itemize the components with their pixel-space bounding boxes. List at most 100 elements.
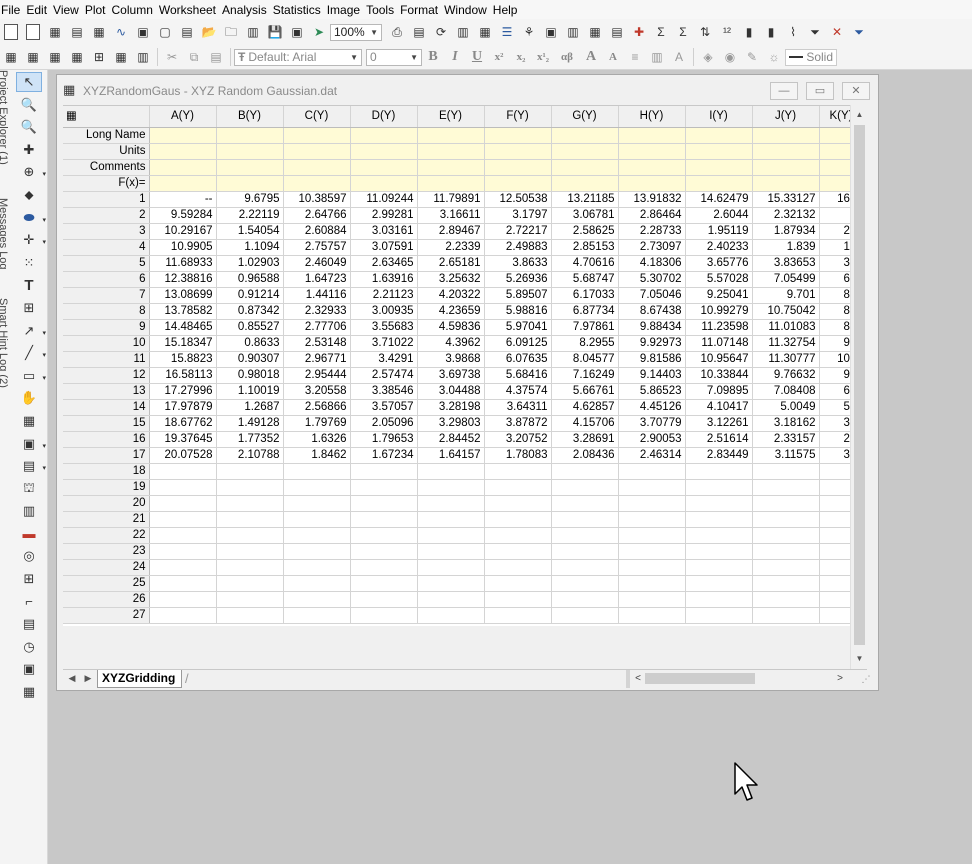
meta-row-label[interactable]: Comments: [63, 159, 150, 176]
data-cell[interactable]: 3.16611: [417, 207, 485, 224]
row-number[interactable]: 26: [63, 591, 150, 608]
data-cell[interactable]: 2.05096: [350, 415, 418, 432]
data-cell[interactable]: [752, 527, 820, 544]
region-icon[interactable]: ⁙: [16, 253, 42, 273]
data-cell[interactable]: 1.1094: [216, 239, 284, 256]
data-cell[interactable]: [283, 479, 351, 496]
data-cell[interactable]: 4.18306: [618, 255, 686, 272]
column-header[interactable]: A(Y): [149, 106, 217, 128]
more-import-icon[interactable]: ▥: [134, 48, 152, 66]
data-cell[interactable]: 10.9905: [149, 239, 217, 256]
import-ascii-icon[interactable]: ▦: [2, 48, 20, 66]
data-cell[interactable]: [819, 511, 850, 528]
data-cell[interactable]: [685, 527, 753, 544]
data-cell[interactable]: [350, 559, 418, 576]
data-cell[interactable]: [551, 479, 619, 496]
meta-cell[interactable]: [618, 127, 686, 144]
insert-object-icon[interactable]: ▣: [16, 659, 42, 679]
menu-image[interactable]: Image: [324, 1, 363, 19]
data-cell[interactable]: [685, 495, 753, 512]
data-cell[interactable]: 7.16249: [551, 367, 619, 384]
data-cell[interactable]: 8.04577: [551, 351, 619, 368]
data-cell[interactable]: 3.00935: [350, 303, 418, 320]
data-cell[interactable]: 1.44116: [283, 287, 351, 304]
data-cell[interactable]: 4.15706: [551, 415, 619, 432]
data-cell[interactable]: 3.7: [819, 255, 850, 272]
layer-icon[interactable]: ▥: [16, 501, 42, 521]
data-cell[interactable]: 20.07528: [149, 447, 217, 464]
data-cell[interactable]: [819, 591, 850, 608]
data-cell[interactable]: [819, 543, 850, 560]
increase-font-icon[interactable]: A: [583, 49, 599, 65]
data-cell[interactable]: 2.0: [819, 223, 850, 240]
insert-graph-icon[interactable]: ▦: [16, 411, 42, 431]
data-cell[interactable]: [551, 511, 619, 528]
data-cell[interactable]: [752, 543, 820, 560]
data-cell[interactable]: 13.91832: [618, 191, 686, 208]
data-cell[interactable]: [283, 591, 351, 608]
data-cell[interactable]: 2.73097: [618, 239, 686, 256]
data-cell[interactable]: [417, 527, 485, 544]
meta-row-label[interactable]: Units: [63, 143, 150, 160]
data-connector-icon[interactable]: ▦: [112, 48, 130, 66]
code-builder-icon[interactable]: ☰: [498, 23, 516, 41]
row-number[interactable]: 23: [63, 543, 150, 560]
data-cell[interactable]: 2.58625: [551, 223, 619, 240]
new-graph-icon[interactable]: ▤: [68, 23, 86, 41]
data-cell[interactable]: 5.30702: [618, 271, 686, 288]
superscript-icon[interactable]: x²: [491, 51, 507, 63]
data-cell[interactable]: 2.51614: [685, 431, 753, 448]
data-cell[interactable]: 6.09125: [484, 335, 552, 352]
data-cell[interactable]: [216, 591, 284, 608]
data-cell[interactable]: 10.6: [819, 351, 850, 368]
data-cell[interactable]: 9.0: [819, 367, 850, 384]
data-cell[interactable]: 8.67438: [618, 303, 686, 320]
menu-file[interactable]: File: [0, 1, 23, 19]
data-cell[interactable]: [216, 479, 284, 496]
data-cell[interactable]: 10.99279: [685, 303, 753, 320]
brightness-icon[interactable]: ☼: [765, 48, 783, 66]
bold-icon[interactable]: B: [425, 49, 441, 65]
font-color-icon[interactable]: A: [670, 48, 688, 66]
data-cell[interactable]: [417, 607, 485, 624]
message-log-icon[interactable]: ▤: [608, 23, 626, 41]
data-cell[interactable]: 3.4291: [350, 351, 418, 368]
data-cell[interactable]: [752, 575, 820, 592]
data-cell[interactable]: 1.67234: [350, 447, 418, 464]
data-cell[interactable]: 3.5: [819, 415, 850, 432]
import-wizard-icon[interactable]: ➤: [310, 23, 328, 41]
import-filter-icon[interactable]: ⊞: [90, 48, 108, 66]
data-cell[interactable]: 9.76632: [752, 367, 820, 384]
restore-button[interactable]: ▭: [806, 82, 834, 100]
data-cell[interactable]: [350, 575, 418, 592]
data-cell[interactable]: [417, 463, 485, 480]
data-cell[interactable]: [149, 591, 217, 608]
meta-cell[interactable]: [484, 143, 552, 160]
data-cell[interactable]: 5.0049: [752, 399, 820, 416]
data-cell[interactable]: 18.67762: [149, 415, 217, 432]
data-cell[interactable]: [685, 575, 753, 592]
data-cell[interactable]: [283, 607, 351, 624]
data-cell[interactable]: 10.33844: [685, 367, 753, 384]
data-cell[interactable]: [752, 591, 820, 608]
scroll-left-icon[interactable]: <: [631, 671, 645, 687]
data-cell[interactable]: 2.84452: [417, 431, 485, 448]
data-cell[interactable]: [216, 559, 284, 576]
row-number[interactable]: 13: [63, 383, 150, 400]
row-number[interactable]: 24: [63, 559, 150, 576]
meta-cell[interactable]: [819, 127, 850, 144]
data-cell[interactable]: [350, 527, 418, 544]
vertical-scrollbar[interactable]: ▲ ▼: [850, 105, 868, 669]
data-cell[interactable]: 2.10788: [216, 447, 284, 464]
data-cell[interactable]: 1.49128: [216, 415, 284, 432]
data-cell[interactable]: 2.40233: [685, 239, 753, 256]
data-cell[interactable]: 3.03161: [350, 223, 418, 240]
meta-cell[interactable]: [283, 143, 351, 160]
data-cell[interactable]: 9.25041: [685, 287, 753, 304]
data-cell[interactable]: [283, 463, 351, 480]
data-cell[interactable]: 1.95119: [685, 223, 753, 240]
meta-cell[interactable]: [484, 175, 552, 192]
data-cell[interactable]: 0.96588: [216, 271, 284, 288]
meta-cell[interactable]: [752, 159, 820, 176]
window-title-bar[interactable]: ▦ XYZRandomGaus - XYZ Random Gaussian.da…: [57, 75, 878, 105]
